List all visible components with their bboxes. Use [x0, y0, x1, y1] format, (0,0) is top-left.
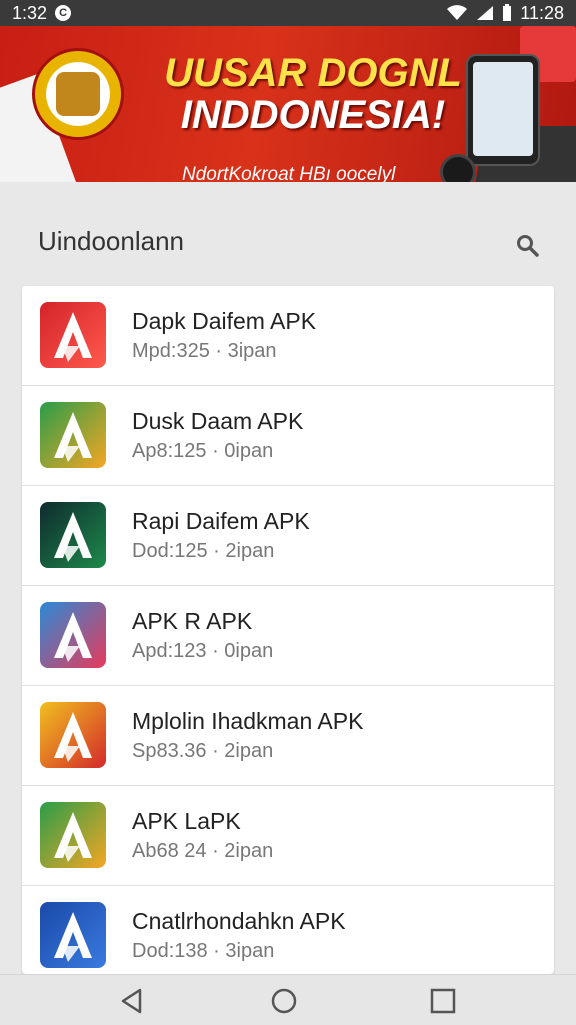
app-meta: Apd:123 · 0ipan [132, 640, 274, 662]
app-meta: Mpd:325 · 3ipan [132, 340, 277, 362]
app-icon-green-orange-a [40, 802, 106, 868]
garuda-emblem-icon [32, 48, 124, 140]
recents-icon[interactable] [429, 987, 457, 1015]
status-bar: 1:32 C 11:28 [0, 0, 576, 26]
notification-icon: C [55, 5, 72, 21]
battery-icon [503, 4, 512, 21]
app-icon-red-a [40, 302, 106, 368]
search-bar[interactable]: Uindoonlann [0, 182, 576, 286]
home-icon[interactable] [270, 987, 298, 1015]
navigation-bar [0, 974, 576, 1025]
app-icon-dark-green-a [40, 502, 106, 568]
app-meta: Dod:138 · 3ipan [132, 940, 275, 962]
app-list: Dapk Daifem APK Mpd:325 · 3ipan Dusk Daam … [22, 286, 554, 974]
app-meta: Dod:125 · 2ipan [132, 540, 275, 562]
banner-title-line2: INDDONESIA! [180, 93, 446, 137]
list-item[interactable]: Mplolin Ihadkman APK Sp83.36 · 2ipan [22, 686, 554, 786]
signal-icon [477, 6, 494, 20]
speaker-icon [440, 154, 476, 182]
promo-banner[interactable]: UUSAR DOGNL INDDONESIA! NdortKokroat HBı… [0, 26, 576, 182]
search-input[interactable]: Uindoonlann [38, 226, 184, 257]
list-item[interactable]: APK R APK Apd:123 · 0ipan [22, 586, 554, 686]
wifi-icon [447, 5, 468, 20]
status-time-left: 1:32 [12, 2, 48, 23]
smartphone-icon [466, 54, 540, 166]
banner-title: UUSAR DOGNL INDDONESIA! [148, 52, 478, 136]
app-title: Mplolin Ihadkman APK [132, 708, 364, 734]
app-icon-multicolor-a [40, 402, 106, 468]
app-icon-blue-red-a [40, 602, 106, 668]
list-item[interactable]: Dapk Daifem APK Mpd:325 · 3ipan [22, 286, 554, 386]
status-right: 11:28 [446, 3, 564, 24]
app-title: Cnatlrhondahkn APK [132, 908, 346, 934]
list-item[interactable]: Cnatlrhondahkn APK Dod:138 · 3ipan [22, 886, 554, 974]
app-title: Dusk Daam APK [132, 408, 304, 434]
app-title: Rapi Daifem APK [132, 508, 310, 534]
app-title: APK LaPK [132, 808, 241, 834]
app-icon-blue-a [40, 902, 106, 968]
app-meta: Ab68 24 · 2ipan [132, 840, 274, 862]
app-title: Dapk Daifem APK [132, 308, 317, 334]
back-icon[interactable] [118, 987, 146, 1015]
banner-subtitle: NdortKokroat HBı oocelyl [182, 164, 396, 182]
app-icon-colorful-a [40, 702, 106, 768]
list-item[interactable]: Rapi Daifem APK Dod:125 · 2ipan [22, 486, 554, 586]
list-item[interactable]: Dusk Daam APK Ap8:125 · 0ipan [22, 386, 554, 486]
list-item[interactable]: APK LaPK Ab68 24 · 2ipan [22, 786, 554, 886]
app-title: APK R APK [132, 608, 253, 634]
status-left: 1:32 C [12, 2, 72, 24]
app-meta: Sp83.36 · 2ipan [132, 740, 274, 762]
status-time-right: 11:28 [520, 2, 564, 23]
search-icon[interactable] [514, 232, 542, 260]
banner-title-line1: UUSAR DOGNL [164, 51, 462, 95]
app-meta: Ap8:125 · 0ipan [132, 440, 274, 462]
